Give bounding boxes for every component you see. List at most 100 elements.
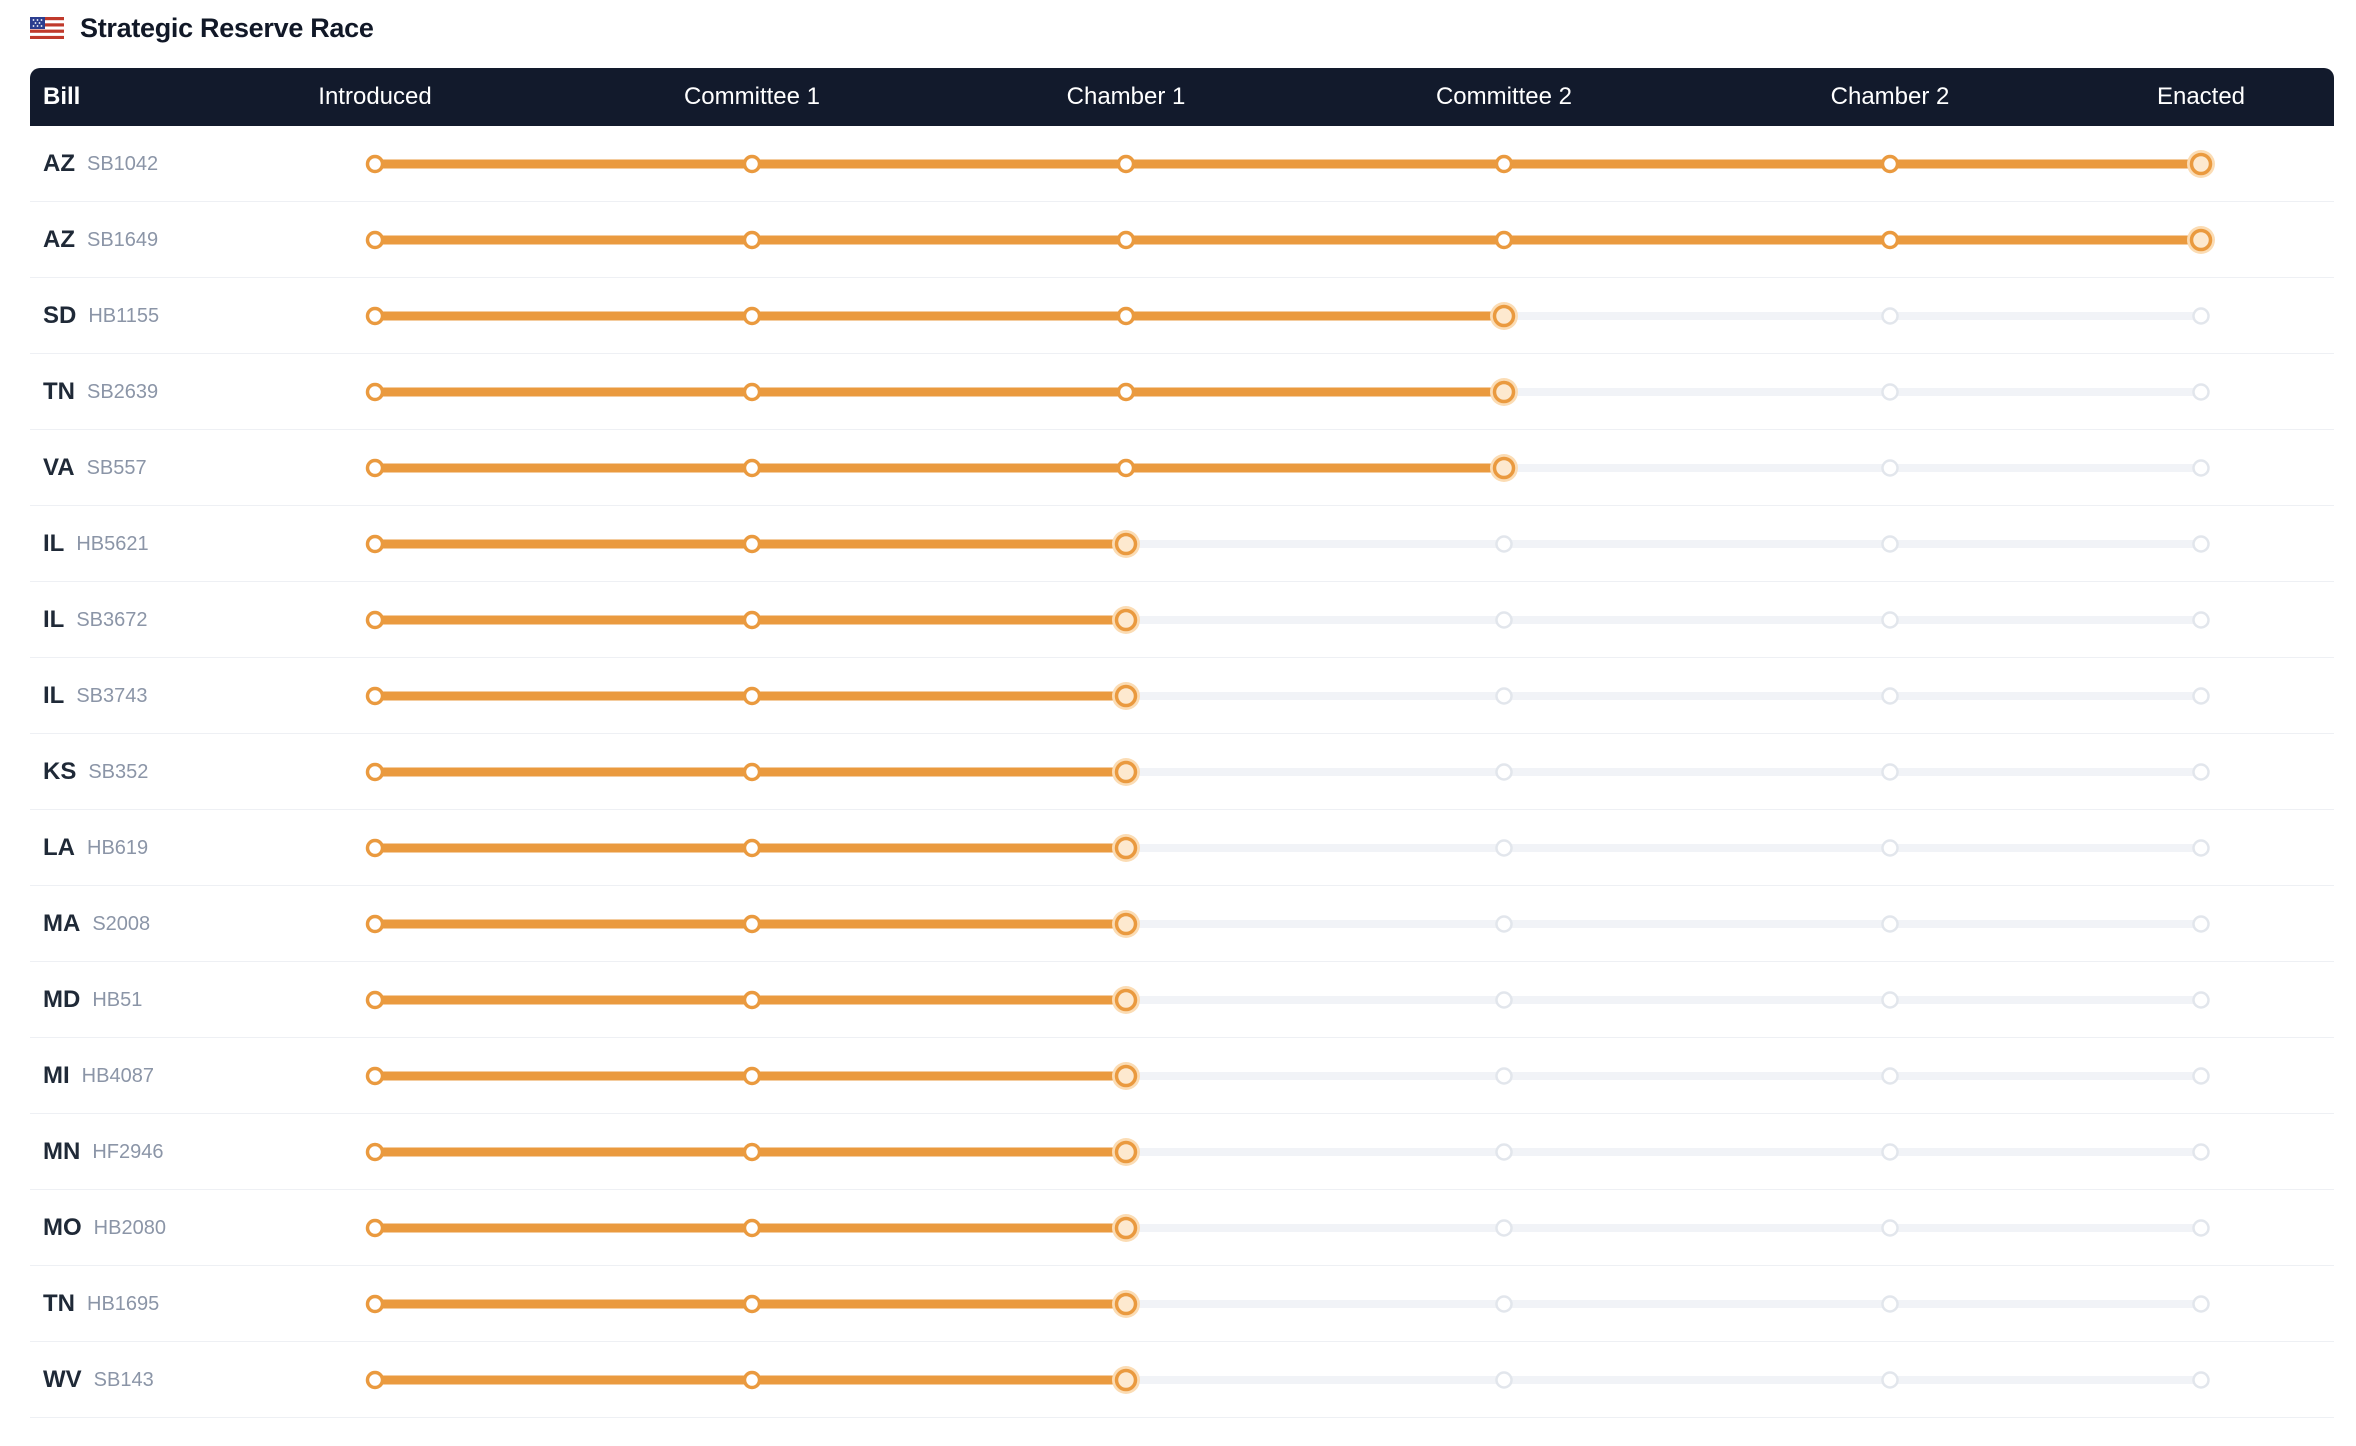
stage-node-committee-2 xyxy=(1490,378,1518,406)
bill-label: MA S2008 xyxy=(43,886,150,962)
stage-node-chamber-2 xyxy=(1881,307,1899,325)
bill-number[interactable]: SB1649 xyxy=(87,229,158,252)
state-code: SD xyxy=(43,302,77,329)
stage-node-committee-2 xyxy=(1494,230,1514,250)
table-row[interactable]: MO HB2080 xyxy=(30,1190,2334,1266)
stage-node-chamber-1 xyxy=(1112,1214,1140,1242)
stage-node-committee-1 xyxy=(742,990,762,1010)
stage-node-enacted xyxy=(2192,763,2210,781)
bill-number[interactable]: HB2080 xyxy=(94,1217,166,1240)
bill-number[interactable]: SB1042 xyxy=(87,153,158,176)
bill-number[interactable]: SB557 xyxy=(87,457,147,480)
column-header-chamber-1[interactable]: Chamber 1 xyxy=(1067,68,1186,126)
progress-track xyxy=(365,1290,2210,1318)
table-row[interactable]: SD HB1155 xyxy=(30,278,2334,354)
state-code: IL xyxy=(43,530,65,557)
stage-node-introduced xyxy=(365,1294,385,1314)
stage-node-enacted xyxy=(2192,383,2210,401)
column-header-bill[interactable]: Bill xyxy=(43,68,80,126)
bill-number[interactable]: S2008 xyxy=(92,913,150,936)
column-header-introduced[interactable]: Introduced xyxy=(318,68,431,126)
table-row[interactable]: IL SB3672 xyxy=(30,582,2334,658)
table-row[interactable]: IL HB5621 xyxy=(30,506,2334,582)
bill-number[interactable]: HB4087 xyxy=(82,1065,154,1088)
bill-number[interactable]: SB143 xyxy=(94,1369,154,1392)
stage-node-committee-1 xyxy=(742,1066,762,1086)
state-code: MA xyxy=(43,910,81,937)
column-header-enacted[interactable]: Enacted xyxy=(2157,68,2245,126)
stage-node-chamber-1 xyxy=(1116,230,1136,250)
bill-label: TN HB1695 xyxy=(43,1266,159,1342)
stage-node-chamber-2 xyxy=(1881,1143,1899,1161)
progress-track xyxy=(365,606,2210,634)
bill-number[interactable]: HB5621 xyxy=(76,533,148,556)
stage-node-committee-2 xyxy=(1490,454,1518,482)
stage-node-chamber-2 xyxy=(1881,611,1899,629)
column-header-committee-1[interactable]: Committee 1 xyxy=(684,68,820,126)
table-row[interactable]: MA S2008 xyxy=(30,886,2334,962)
stage-node-committee-1 xyxy=(742,154,762,174)
stage-node-committee-1 xyxy=(742,762,762,782)
table-row[interactable]: TN HB1695 xyxy=(30,1266,2334,1342)
state-code: TN xyxy=(43,1290,75,1317)
page-header: Strategic Reserve Race xyxy=(30,8,374,48)
table-row[interactable]: VA SB557 xyxy=(30,430,2334,506)
table-header: Bill Introduced Committee 1 Chamber 1 Commi… xyxy=(30,68,2334,126)
state-code: AZ xyxy=(43,226,75,253)
stage-node-chamber-2 xyxy=(1881,459,1899,477)
bill-number[interactable]: HB1695 xyxy=(87,1293,159,1316)
bill-number[interactable]: HB1155 xyxy=(88,305,159,328)
stage-node-enacted xyxy=(2192,1143,2210,1161)
bill-label: MO HB2080 xyxy=(43,1190,166,1266)
state-code: IL xyxy=(43,606,65,633)
stage-node-chamber-1 xyxy=(1116,154,1136,174)
column-header-committee-2[interactable]: Committee 2 xyxy=(1436,68,1572,126)
bill-number[interactable]: HB51 xyxy=(92,989,142,1012)
table-row[interactable]: AZ SB1042 xyxy=(30,126,2334,202)
table-row[interactable]: WV SB143 xyxy=(30,1342,2334,1418)
bill-label: TN SB2639 xyxy=(43,354,158,430)
stage-node-introduced xyxy=(365,838,385,858)
table-row[interactable]: TN SB2639 xyxy=(30,354,2334,430)
bill-label: MI HB4087 xyxy=(43,1038,154,1114)
table-row[interactable]: MI HB4087 xyxy=(30,1038,2334,1114)
bill-number[interactable]: HF2946 xyxy=(92,1141,163,1164)
table-row[interactable]: IL SB3743 xyxy=(30,658,2334,734)
state-code: MI xyxy=(43,1062,70,1089)
state-code: WV xyxy=(43,1366,82,1393)
table-row[interactable]: MN HF2946 xyxy=(30,1114,2334,1190)
stage-node-introduced xyxy=(365,686,385,706)
stage-node-enacted xyxy=(2192,535,2210,553)
progress-track xyxy=(365,1138,2210,1166)
stage-node-chamber-1 xyxy=(1112,606,1140,634)
state-code: KS xyxy=(43,758,77,785)
bill-progress-table: Bill Introduced Committee 1 Chamber 1 Commi… xyxy=(30,68,2334,1446)
strategic-reserve-race-view: Strategic Reserve Race Bill Introduced Co… xyxy=(0,0,2356,1446)
table-row[interactable]: MD HB51 xyxy=(30,962,2334,1038)
table-row[interactable]: KS SB352 xyxy=(30,734,2334,810)
stage-node-introduced xyxy=(365,458,385,478)
table-row[interactable]: LA HB619 xyxy=(30,810,2334,886)
stage-node-committee-2 xyxy=(1495,991,1513,1009)
progress-track xyxy=(365,226,2215,254)
bill-number[interactable]: SB352 xyxy=(88,761,148,784)
table-body: AZ SB1042 AZ SB1649 SD HB1155 TN SB2639 VA SB557 I… xyxy=(30,126,2334,1418)
bill-label: AZ SB1042 xyxy=(43,126,158,202)
stage-node-enacted xyxy=(2192,459,2210,477)
bill-number[interactable]: HB619 xyxy=(87,837,148,860)
stage-node-committee-1 xyxy=(742,1218,762,1238)
bill-number[interactable]: SB3743 xyxy=(76,685,147,708)
bill-number[interactable]: SB2639 xyxy=(87,381,158,404)
progress-track xyxy=(365,1062,2210,1090)
stage-node-enacted xyxy=(2192,991,2210,1009)
stage-node-chamber-2 xyxy=(1880,230,1900,250)
stage-node-enacted xyxy=(2192,307,2210,325)
stage-node-chamber-2 xyxy=(1881,1295,1899,1313)
stage-node-enacted xyxy=(2192,611,2210,629)
stage-node-committee-1 xyxy=(742,838,762,858)
table-row[interactable]: AZ SB1649 xyxy=(30,202,2334,278)
column-header-chamber-2[interactable]: Chamber 2 xyxy=(1831,68,1950,126)
progress-track xyxy=(365,1366,2210,1394)
bill-number[interactable]: SB3672 xyxy=(76,609,147,632)
stage-node-chamber-2 xyxy=(1881,687,1899,705)
